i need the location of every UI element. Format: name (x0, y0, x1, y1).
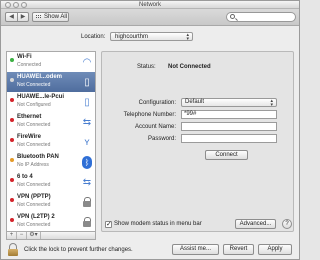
apply-button[interactable]: Apply (258, 244, 292, 255)
ethernet-icon: ⇆ (82, 116, 92, 128)
phone-icon: ▯ (84, 76, 90, 88)
status-dot (10, 218, 14, 222)
service-item[interactable]: Wi-Fi Connected ◠ (7, 52, 95, 72)
status-dot (10, 78, 14, 82)
title-bar: Network (1, 1, 299, 9)
toolbar: ◀ ▶ Show All (1, 9, 299, 26)
tunnel-icon: ⇆ (82, 176, 92, 188)
service-item[interactable]: VPN (L2TP) 2 Not Connected (7, 212, 95, 231)
service-status: Not Connected (17, 182, 51, 188)
service-list: Wi-Fi Connected ◠ HUAWEI...odem Not Connecte… (6, 51, 96, 232)
service-status: Not Configured (17, 102, 51, 108)
service-item[interactable]: HUAWE...le-Pcui Not Configured ▯ (7, 92, 95, 112)
service-name: Bluetooth PAN (17, 154, 59, 160)
status-dot (10, 158, 14, 162)
stepper-arrows-icon: ▴ ▾ (186, 32, 189, 42)
service-item[interactable]: VPN (PPTP) Not Connected (7, 192, 95, 212)
status-dot (10, 58, 14, 62)
remove-service-button[interactable]: − (17, 232, 27, 239)
status-dot (10, 118, 14, 122)
account-name-field[interactable] (181, 122, 277, 131)
forward-button[interactable]: ▶ (17, 12, 29, 22)
bottom-bar: Click the lock to prevent further change… (1, 241, 299, 259)
service-item[interactable]: Ethernet Not Connected ⇆ (7, 112, 95, 132)
add-service-button[interactable]: + (7, 232, 17, 239)
stepper-arrows-icon: ▴ ▾ (270, 98, 273, 108)
service-item[interactable]: Bluetooth PAN No IP Address ᛒ (7, 152, 95, 172)
assist-me-button[interactable]: Assist me... (172, 244, 219, 255)
password-field[interactable] (181, 134, 277, 143)
status-dot (10, 198, 14, 202)
service-name: Wi-Fi (17, 54, 32, 60)
lock-icon (80, 195, 94, 209)
back-arrow-icon: ◀ (9, 14, 14, 20)
service-status: No IP Address (17, 162, 49, 168)
location-row: Location: highcourthm ▴ ▾ (1, 31, 299, 43)
service-item[interactable]: HUAWEI...odem Not Connected ▯ (7, 72, 95, 92)
service-status: Connected (17, 62, 42, 68)
show-all-label: Show All (44, 14, 68, 20)
telephone-number-field[interactable]: *99# (181, 110, 277, 119)
service-item[interactable]: 6 to 4 Not Connected ⇆ (7, 172, 95, 192)
phone-icon: ▯ (84, 96, 90, 108)
status-row: Status: Not Connected (102, 64, 295, 74)
service-status: Not Connected (17, 142, 51, 148)
service-name: 6 to 4 (17, 174, 33, 180)
service-list-footer: + − ⚙▾ (6, 232, 96, 240)
status-dot (10, 138, 14, 142)
password-label: Password: (147, 136, 176, 142)
service-status: Not Connected (17, 82, 51, 88)
search-field[interactable] (226, 12, 296, 22)
service-status: Not Connected (17, 122, 51, 128)
service-name: HUAWE...le-Pcui (17, 94, 65, 100)
show-all-button[interactable]: Show All (32, 12, 69, 22)
lock-icon[interactable] (8, 243, 18, 257)
advanced-button[interactable]: Advanced... (235, 219, 276, 229)
status-value: Not Connected (168, 64, 211, 70)
service-status: Not Connected (17, 202, 51, 208)
lock-text: Click the lock to prevent further change… (24, 247, 133, 253)
service-name: Ethernet (17, 114, 42, 120)
connect-button[interactable]: Connect (205, 150, 248, 160)
modem-status-checkbox[interactable]: ✓ (105, 221, 112, 228)
status-dot (10, 178, 14, 182)
gear-menu-button[interactable]: ⚙▾ (27, 232, 41, 239)
location-label: Location: (81, 34, 106, 40)
modem-status-label: Show modem status in menu bar (114, 221, 202, 227)
service-name: FireWire (17, 134, 41, 140)
network-window: Network ◀ ▶ Show All Location: highcourt… (0, 0, 300, 260)
service-name: VPN (PPTP) (17, 194, 51, 200)
account-name-label: Account Name: (134, 124, 176, 130)
service-item[interactable]: FireWire Not Connected ʏ (7, 132, 95, 152)
service-name: HUAWEI...odem (17, 74, 63, 80)
revert-button[interactable]: Revert (223, 244, 254, 255)
wifi-icon: ◠ (82, 56, 92, 68)
configuration-select[interactable]: Default ▴ ▾ (181, 98, 277, 108)
location-value: highcourthm (115, 34, 149, 40)
bluetooth-icon: ᛒ (80, 155, 94, 169)
forward-arrow-icon: ▶ (20, 14, 26, 20)
status-dot (10, 98, 14, 102)
telephone-number-label: Telephone Number: (123, 112, 176, 118)
configuration-value: Default (185, 99, 205, 105)
configuration-label: Configuration: (138, 100, 176, 106)
service-status: Not Connected (17, 222, 51, 228)
detail-panel: Status: Not Connected Configuration: Def… (101, 51, 294, 232)
service-name: VPN (L2TP) 2 (17, 214, 55, 220)
modem-status-row: ✓ Show modem status in menu bar (105, 220, 225, 229)
status-label: Status: (137, 64, 156, 70)
firewire-icon: ʏ (84, 136, 90, 148)
help-button[interactable]: ? (282, 219, 292, 229)
lock-icon (80, 215, 94, 229)
location-select[interactable]: highcourthm ▴ ▾ (110, 32, 193, 42)
search-icon (230, 14, 235, 19)
grid-icon (36, 15, 42, 20)
window-title: Network (138, 2, 161, 8)
